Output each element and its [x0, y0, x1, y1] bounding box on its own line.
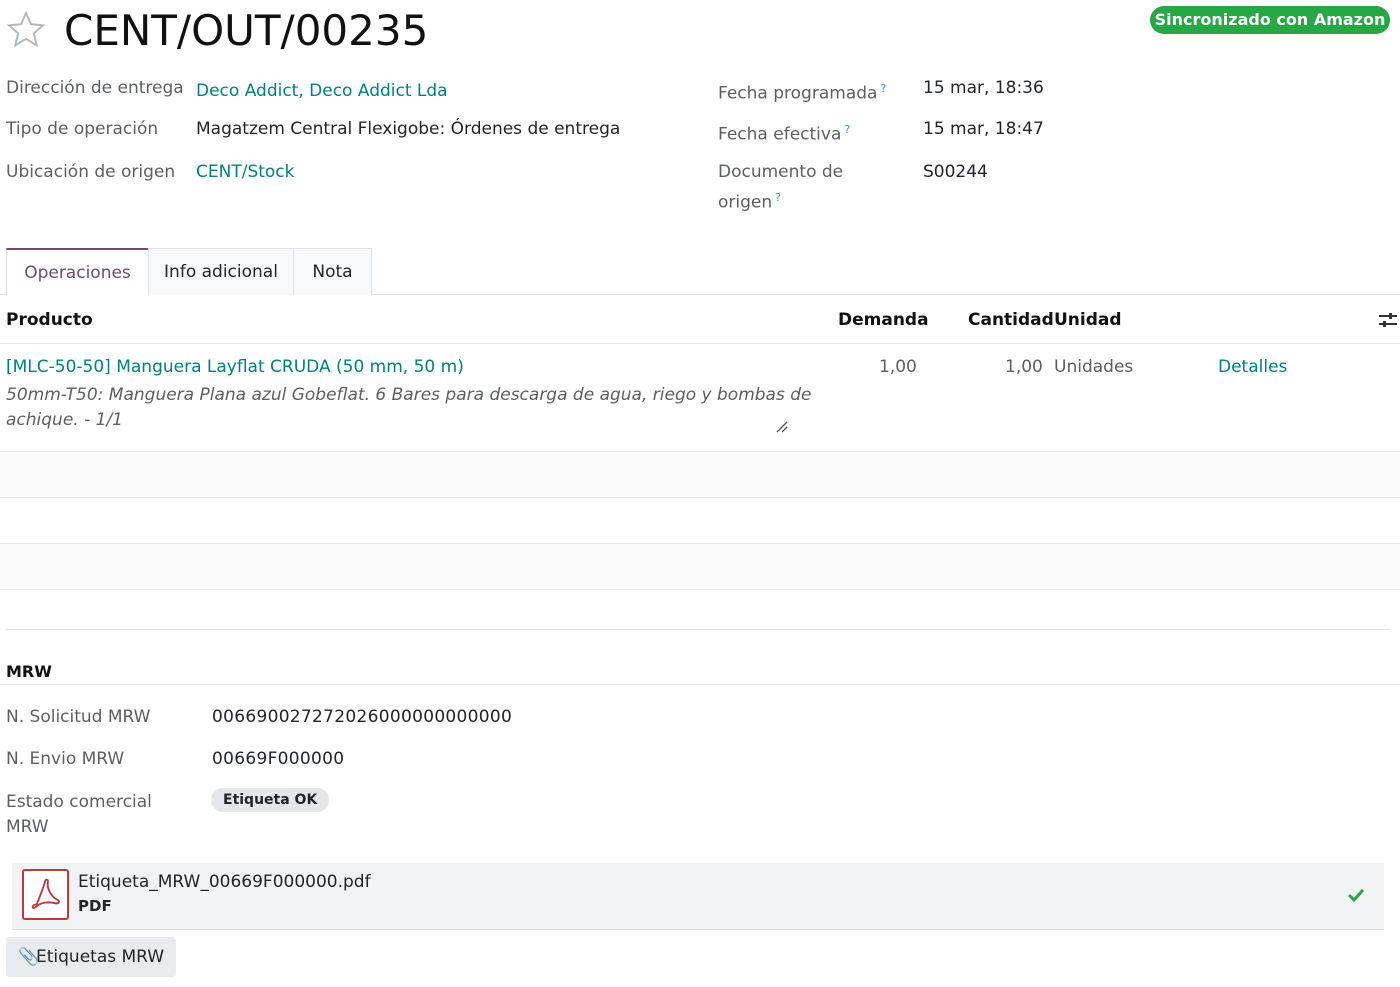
- paperclip-icon: 📎: [18, 947, 40, 967]
- attachment-type: PDF: [78, 897, 112, 915]
- demanda-value: 1,00: [879, 357, 917, 377]
- pdf-file-icon: [22, 869, 69, 920]
- column-header-cantidad[interactable]: Cantidad: [968, 308, 1054, 332]
- status-badge: Sincronizado con Amazon: [1150, 6, 1390, 34]
- operation-type-value[interactable]: Magatzem Central Flexigobe: Órdenes de e…: [196, 117, 620, 142]
- mrw-shipment-label: N. Envio MRW: [6, 749, 125, 769]
- source-document-label-line2: origen?: [718, 185, 781, 216]
- effective-date-value[interactable]: 15 mar, 18:47: [923, 117, 1044, 142]
- star-icon[interactable]: [6, 10, 46, 50]
- effective-date-label: Fecha efectiva?: [718, 117, 850, 148]
- mrw-status-badge[interactable]: Etiqueta OK: [211, 788, 330, 812]
- mrw-request-label: N. Solicitud MRW: [6, 707, 151, 727]
- scheduled-date-label: Fecha programada?: [718, 76, 886, 107]
- column-header-demanda[interactable]: Demanda: [838, 308, 929, 332]
- cantidad-value[interactable]: 1,00: [1005, 355, 1043, 380]
- page-title: CENT/OUT/00235: [64, 6, 429, 55]
- product-description-line1[interactable]: 50mm-T50: Manguera Plana azul Gobeflat. …: [6, 383, 811, 408]
- table-header-divider: [0, 343, 1400, 344]
- effective-date-label-text: Fecha efectiva: [718, 124, 842, 145]
- empty-row: [0, 452, 1400, 497]
- column-header-producto[interactable]: Producto: [6, 308, 93, 332]
- source-location-label: Ubicación de origen: [6, 162, 176, 182]
- mrw-shipment-value[interactable]: 00669F000000: [212, 747, 344, 772]
- help-icon[interactable]: ?: [775, 191, 781, 204]
- attachment-filename[interactable]: Etiqueta_MRW_00669F000000.pdf: [78, 870, 371, 894]
- column-settings-icon[interactable]: [1377, 310, 1399, 330]
- tab-nota[interactable]: Nota: [293, 248, 372, 295]
- unidad-value: Unidades: [1054, 357, 1134, 377]
- help-icon[interactable]: ?: [880, 82, 886, 95]
- product-link[interactable]: [MLC-50-50] Manguera Layflat CRUDA (50 m…: [6, 355, 464, 380]
- scheduled-date-label-text: Fecha programada: [718, 83, 878, 104]
- delivery-address-link[interactable]: Deco Addict, Deco Addict Lda: [196, 79, 448, 104]
- source-document-label-line1: Documento de: [718, 162, 844, 182]
- empty-row: [0, 544, 1400, 589]
- source-location-link[interactable]: CENT/Stock: [196, 160, 295, 185]
- etiquetas-mrw-button[interactable]: 📎Etiquetas MRW: [6, 937, 176, 977]
- row-divider: [0, 589, 1400, 590]
- scheduled-date-value[interactable]: 15 mar, 18:36: [923, 76, 1044, 101]
- tab-info-adicional[interactable]: Info adicional: [148, 248, 294, 295]
- column-header-unidad[interactable]: Unidad: [1054, 308, 1122, 332]
- source-document-value[interactable]: S00244: [923, 160, 988, 185]
- mrw-request-value[interactable]: 006690027272026000000000000: [212, 705, 512, 730]
- tab-operaciones[interactable]: Operaciones: [6, 248, 149, 296]
- mrw-section-title: MRW: [6, 662, 52, 681]
- help-icon[interactable]: ?: [844, 123, 850, 136]
- mrw-status-label-line1: Estado comercial: [6, 792, 152, 812]
- source-document-label-text: origen: [718, 192, 773, 213]
- resize-handle-icon[interactable]: [775, 420, 789, 434]
- row-divider: [0, 497, 1400, 498]
- mrw-section-divider: [0, 684, 1400, 685]
- operation-type-label: Tipo de operación: [6, 119, 159, 139]
- mrw-status-label-line2: MRW: [6, 817, 49, 837]
- check-icon: [1347, 888, 1365, 903]
- product-description-line2[interactable]: achique. - 1/1: [6, 408, 123, 433]
- etiquetas-mrw-button-label: Etiquetas MRW: [36, 947, 165, 967]
- details-button[interactable]: Detalles: [1218, 355, 1287, 380]
- delivery-address-label: Dirección de entrega: [6, 78, 184, 98]
- table-bottom-divider: [6, 629, 1390, 630]
